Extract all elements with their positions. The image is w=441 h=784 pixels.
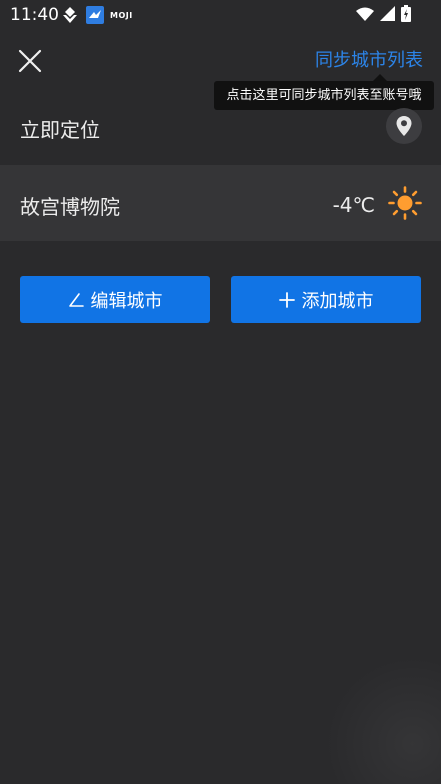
status-time: 11:40 xyxy=(10,5,59,25)
tooltip-arrow xyxy=(373,74,387,81)
system-status-icons xyxy=(356,5,411,22)
locate-now-label: 立即定位 xyxy=(20,118,100,142)
signal-icon xyxy=(380,6,395,21)
locate-button[interactable] xyxy=(386,108,422,144)
city-temperature: -4℃ xyxy=(332,193,375,217)
bird-app-icon xyxy=(86,6,104,24)
add-city-button[interactable]: 添加城市 xyxy=(231,276,421,323)
edit-cities-label: 编辑城市 xyxy=(90,290,163,312)
moji-notification-label: MOJI xyxy=(110,10,133,20)
add-city-label: 添加城市 xyxy=(301,290,374,312)
city-name: 故宫博物院 xyxy=(20,195,120,219)
plus-icon xyxy=(278,291,295,308)
close-icon xyxy=(18,49,42,73)
location-pin-icon xyxy=(396,116,412,136)
city-list-item[interactable]: 故宫博物院 -4℃ xyxy=(0,165,441,241)
edit-cities-button[interactable]: 编辑城市 xyxy=(20,276,210,323)
close-button[interactable] xyxy=(16,47,44,75)
status-bar: 11:40 MOJI xyxy=(0,0,441,30)
sync-city-list-link[interactable]: 同步城市列表 xyxy=(315,46,423,72)
battery-charging-icon xyxy=(401,5,411,22)
sun-icon xyxy=(388,186,422,220)
locate-now-row[interactable]: 立即定位 xyxy=(0,90,441,164)
wifi-icon xyxy=(356,7,374,21)
edit-angle-icon xyxy=(68,292,84,307)
notification-icons: MOJI xyxy=(60,6,133,24)
background-glow xyxy=(300,650,441,784)
diamond-app-icon xyxy=(63,7,77,23)
